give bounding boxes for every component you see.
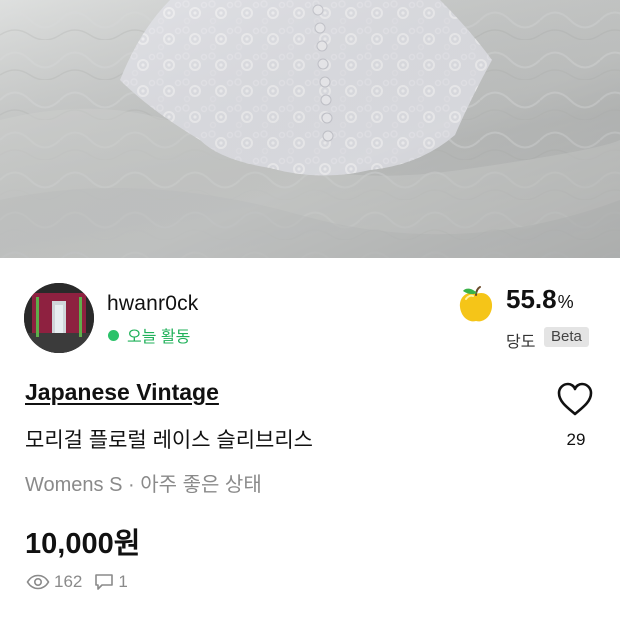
item-title: 모리걸 플로럴 레이스 슬리브리스 [25, 429, 313, 452]
product-photo[interactable] [0, 0, 620, 258]
beta-badge: Beta [544, 327, 589, 347]
yellow-fruit-icon [459, 286, 493, 322]
product-photo-graphic [0, 0, 620, 258]
chat-bubble-icon [95, 574, 114, 590]
like-button[interactable] [554, 378, 596, 420]
manner-label: 당도 [506, 334, 536, 351]
activity-label: 오늘 활동 [127, 329, 191, 346]
eye-icon [26, 574, 50, 590]
heart-outline-icon [557, 382, 593, 416]
manner-score[interactable]: 55.8% 당도 Beta [446, 283, 596, 353]
manner-score-value: 55.8% [506, 284, 574, 315]
listing-stats: 162 1 [26, 572, 128, 592]
listing-page: hwanr0ck 오늘 활동 55.8% 당도 Beta Japanese Vi… [0, 0, 620, 620]
seller-username[interactable]: hwanr0ck [107, 292, 198, 316]
price: 10,000원 [25, 528, 141, 560]
shop-name-link[interactable]: Japanese Vintage [25, 379, 219, 406]
online-dot-icon [108, 329, 119, 341]
manner-score-unit: % [557, 292, 574, 312]
seller-section: hwanr0ck 오늘 활동 55.8% 당도 Beta [24, 283, 596, 363]
avatar[interactable] [24, 283, 94, 353]
chats-count: 1 [118, 572, 128, 591]
like-count: 29 [566, 430, 586, 449]
avatar-image [24, 283, 94, 353]
manner-score-number: 55.8 [506, 284, 557, 314]
activity-status: 오늘 활동 [108, 323, 190, 347]
views-count: 162 [54, 572, 83, 591]
chats-stat: 1 [94, 572, 128, 592]
item-meta: Womens S · 아주 좋은 상태 [25, 474, 262, 496]
views-stat: 162 [26, 572, 82, 592]
